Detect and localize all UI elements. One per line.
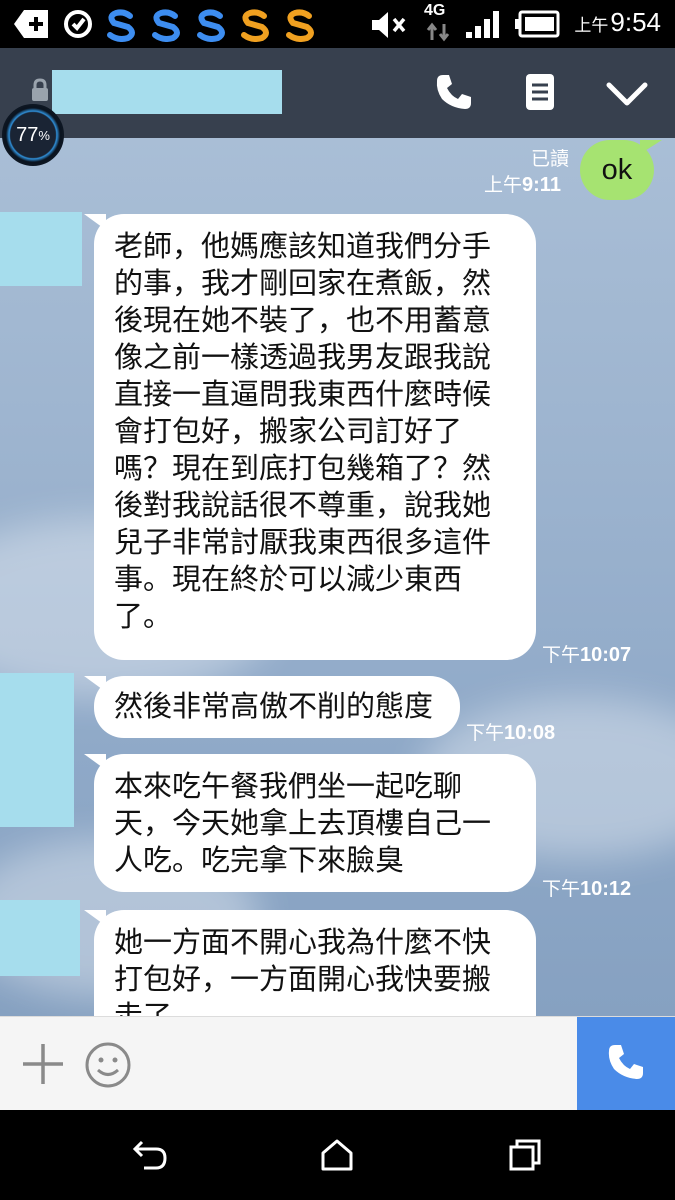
chat-header [0, 48, 675, 138]
message-timestamp: 下午10:08 [466, 718, 555, 745]
emoji-icon[interactable] [84, 1041, 132, 1093]
mute-icon [370, 10, 408, 44]
call-button[interactable] [577, 1017, 675, 1111]
chevron-down-icon[interactable] [606, 82, 648, 112]
back-icon[interactable] [132, 1138, 168, 1176]
read-receipt: 已讀 [530, 148, 569, 170]
message-timestamp: 下午10:12 [542, 874, 631, 901]
data-arrows-icon [426, 22, 450, 46]
lock-icon [30, 78, 50, 106]
status-bar: 4G 上午9:54 [0, 0, 675, 48]
message-time: 10:08 [504, 722, 556, 744]
notes-icon[interactable] [524, 72, 556, 116]
sent-message-bubble[interactable]: ok [580, 140, 654, 200]
message-timestamp: 下午10:07 [542, 640, 631, 667]
phone-call-icon [606, 1042, 646, 1086]
message-bubble[interactable]: 老師，他媽應該知道我們分手 的事，我才剛回家在煮飯，然 後現在她不裝了，也不用蓄… [94, 214, 536, 660]
input-bar [0, 1016, 675, 1111]
phone-icon[interactable] [434, 72, 474, 116]
message-bubble[interactable]: 她一方面不開心我為什麼不快 打包好，一方面開心我快要搬 走了。 [94, 910, 536, 1016]
sent-time-period: 上午 [484, 175, 523, 196]
message-time-period: 下午 [542, 879, 581, 900]
message-time: 10:07 [580, 644, 632, 666]
recent-apps-icon[interactable] [508, 1138, 542, 1176]
message-bubble[interactable]: 本來吃午餐我們坐一起吃聊 天，今天她拿上去頂樓自己一 人吃。吃完拿下來臉臭 [94, 754, 536, 892]
plus-icon[interactable] [20, 1041, 66, 1091]
network-type-label: 4G [424, 2, 446, 19]
status-clock: 上午9:54 [574, 7, 661, 38]
message-time: 10:12 [580, 878, 632, 900]
message-time-period: 下午 [542, 645, 581, 666]
sent-time: 9:11 [522, 174, 561, 196]
message-time-period: 下午 [466, 723, 505, 744]
status-time-period: 上午 [574, 16, 609, 35]
contact-name-redacted[interactable] [52, 70, 282, 114]
battery-widget[interactable]: 77% [2, 104, 64, 166]
avatar[interactable] [0, 900, 80, 976]
status-time: 9:54 [610, 7, 661, 37]
navigation-bar [0, 1110, 675, 1200]
avatar[interactable] [0, 212, 82, 286]
chat-area[interactable]: 已讀 上午9:11 ok 老師，他媽應該知道我們分手 的事，我才剛回家在煮飯，然… [0, 138, 675, 1016]
add-notification-icon [14, 8, 50, 44]
battery-icon [514, 10, 562, 42]
battery-widget-value: 77 [16, 123, 39, 146]
blue-s-app-icon [104, 8, 244, 46]
signal-icon [464, 8, 504, 44]
sync-icon [60, 8, 96, 44]
avatar[interactable] [0, 673, 74, 827]
battery-widget-unit: % [38, 127, 50, 143]
orange-s-app-icon [238, 8, 328, 46]
message-bubble[interactable]: 然後非常高傲不削的態度 [94, 676, 460, 738]
sent-timestamp: 上午9:11 [484, 170, 561, 197]
home-icon[interactable] [320, 1138, 354, 1176]
